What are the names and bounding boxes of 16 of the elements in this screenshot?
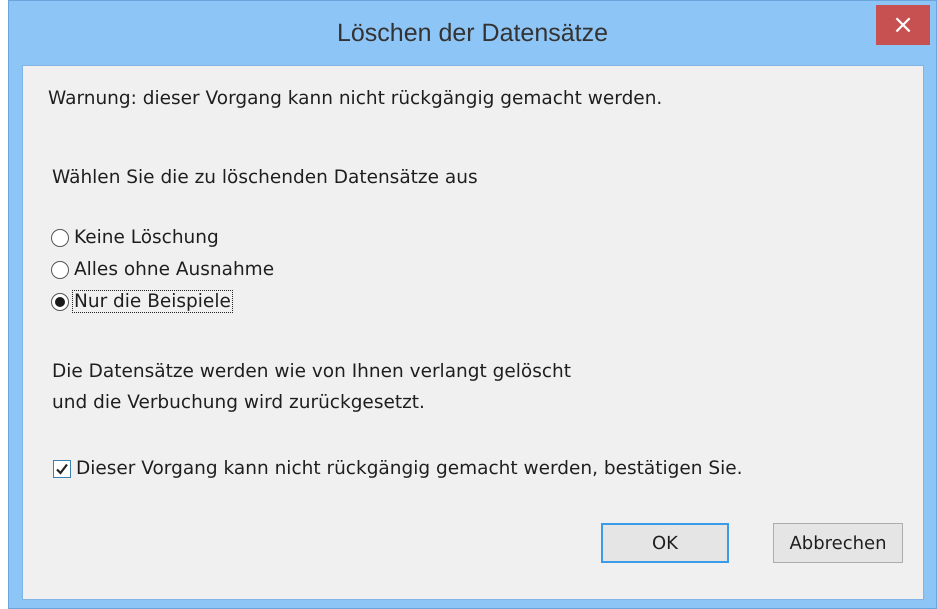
radio-button[interactable] <box>51 292 69 310</box>
radio-option[interactable]: Alles ohne Ausnahme <box>51 258 903 281</box>
close-button[interactable]: × <box>876 5 930 45</box>
checkbox[interactable] <box>53 460 71 478</box>
warning-text: Warnung: dieser Vorgang kann nicht rückgängig gemacht werden. <box>48 88 664 109</box>
dialog-button[interactable]: Abbrechen <box>773 523 903 563</box>
window-title: Löschen der Datensätze <box>336 18 608 48</box>
radio-button[interactable] <box>51 228 69 246</box>
prompt-text: Wählen Sie die zu löschenden Datensätze aus <box>52 167 479 188</box>
radio-button[interactable] <box>51 260 69 278</box>
radio-option[interactable]: Nur die Beispiele <box>51 290 903 313</box>
info-text: und die Verbuchung wird zurückgesetzt. <box>52 392 426 413</box>
dialog-button[interactable]: OK <box>601 523 729 563</box>
confirm-checkbox-option[interactable]: Dieser Vorgang kann nicht rückgängig gemacht werden, bestätigen Sie. <box>53 458 903 479</box>
info-text: Die Datensätze werden wie von Ihnen verlangt gelöscht <box>52 361 572 382</box>
radio-option[interactable]: Keine Löschung <box>51 226 903 249</box>
